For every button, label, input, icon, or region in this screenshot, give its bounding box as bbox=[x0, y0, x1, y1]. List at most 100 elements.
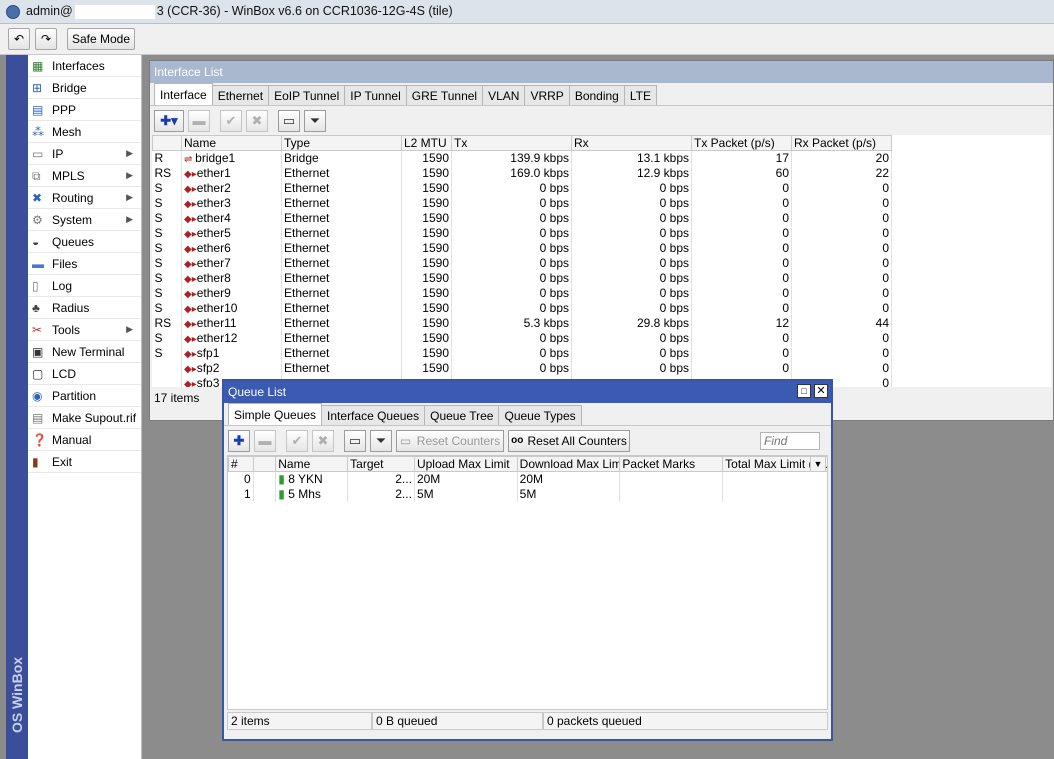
table-row[interactable]: RS ◆▸ether1 Ethernet 1590 169.0 kbps 12.9 kbp… bbox=[152, 165, 892, 181]
column-header[interactable]: Rx Packet (p/s) bbox=[791, 135, 892, 151]
disable-button[interactable]: ✖ bbox=[246, 109, 268, 132]
column-header[interactable] bbox=[152, 135, 182, 151]
tab-ethernet[interactable]: Ethernet bbox=[211, 85, 270, 105]
sidebar-item-mesh[interactable]: ⁂ Mesh bbox=[28, 121, 141, 143]
remove-button[interactable]: ▬ bbox=[188, 109, 210, 132]
column-header[interactable]: Target bbox=[347, 456, 415, 472]
sidebar-item-label: Manual bbox=[52, 432, 92, 447]
table-cell: 0 bbox=[691, 300, 792, 316]
column-header[interactable] bbox=[252, 456, 277, 472]
x-icon: ✖ bbox=[251, 112, 263, 128]
comment-button[interactable]: ▭ bbox=[344, 429, 366, 452]
undo-button[interactable]: ↶ bbox=[8, 28, 30, 50]
tab-simple-queues[interactable]: Simple Queues bbox=[228, 403, 323, 425]
safe-mode-button[interactable]: Safe Mode bbox=[67, 28, 135, 50]
window-title-bar[interactable]: Queue List □ ✕ bbox=[224, 381, 831, 403]
table-row[interactable]: S ◆▸ether9 Ethernet 1590 0 bps 0 bps 0 0 bbox=[152, 285, 892, 301]
reset-counters-button[interactable]: ▭ Reset Counters bbox=[396, 429, 504, 452]
tab-gre-tunnel[interactable]: GRE Tunnel bbox=[405, 85, 484, 105]
sidebar-item-log[interactable]: ▯ Log bbox=[28, 275, 141, 297]
table-cell: ⇌ bridge1 bbox=[181, 150, 282, 166]
maximize-button[interactable]: □ bbox=[797, 384, 811, 398]
sidebar-item-routing[interactable]: ✖ Routing ▶ bbox=[28, 187, 141, 209]
column-header[interactable]: Packet Marks bbox=[619, 456, 724, 472]
table-row[interactable]: RS ◆▸ether11 Ethernet 1590 5.3 kbps 29.8 kbps… bbox=[152, 315, 892, 331]
sidebar-item-system[interactable]: ⚙ System ▶ bbox=[28, 209, 141, 231]
table-row[interactable]: S ◆▸ether3 Ethernet 1590 0 bps 0 bps 0 0 bbox=[152, 195, 892, 211]
close-button[interactable]: ✕ bbox=[814, 384, 828, 398]
sidebar-item-label: Partition bbox=[52, 388, 97, 403]
sidebar-item-new-terminal[interactable]: ▣ New Terminal bbox=[28, 341, 141, 363]
comment-button[interactable]: ▭ bbox=[278, 109, 300, 132]
table-cell: 0 bps bbox=[571, 360, 692, 376]
tab-queue-tree[interactable]: Queue Tree bbox=[424, 405, 500, 425]
sidebar-item-bridge[interactable]: ⊞ Bridge bbox=[28, 77, 141, 99]
sidebar-item-manual[interactable]: ❓ Manual bbox=[28, 429, 141, 451]
sidebar-item-radius[interactable]: ♣ Radius bbox=[28, 297, 141, 319]
sidebar-item-files[interactable]: ▬ Files bbox=[28, 253, 141, 275]
column-header[interactable]: Type bbox=[281, 135, 402, 151]
reset-all-counters-button[interactable]: oo Reset All Counters bbox=[508, 429, 630, 452]
enable-button[interactable]: ✔ bbox=[220, 109, 242, 132]
sidebar-item-tools[interactable]: ✂ Tools ▶ bbox=[28, 319, 141, 341]
add-button[interactable]: ✚ bbox=[228, 429, 250, 452]
filter-button[interactable]: ⏷ bbox=[304, 109, 326, 132]
window-title: Queue List bbox=[228, 385, 287, 399]
table-cell: Ethernet bbox=[281, 180, 402, 196]
tab-queue-types[interactable]: Queue Types bbox=[498, 405, 582, 425]
table-row[interactable]: S ◆▸ether5 Ethernet 1590 0 bps 0 bps 0 0 bbox=[152, 225, 892, 241]
tab-bonding[interactable]: Bonding bbox=[568, 85, 625, 105]
table-cell: 139.9 kbps bbox=[451, 150, 572, 166]
column-header[interactable]: Rx bbox=[571, 135, 692, 151]
tools-icon: ✂ bbox=[32, 322, 43, 337]
table-row[interactable]: S ◆▸ether2 Ethernet 1590 0 bps 0 bps 0 0 bbox=[152, 180, 892, 196]
table-row[interactable]: S ◆▸ether10 Ethernet 1590 0 bps 0 bps 0 0 bbox=[152, 300, 892, 316]
sidebar-item-lcd[interactable]: ▢ LCD bbox=[28, 363, 141, 385]
table-row[interactable]: R ⇌ bridge1 Bridge 1590 139.9 kbps 13.1 kbps 1… bbox=[152, 150, 892, 166]
table-row[interactable]: S ◆▸ether6 Ethernet 1590 0 bps 0 bps 0 0 bbox=[152, 240, 892, 256]
table-row[interactable]: 0 ▮ 8 YKN 2... 20M 20M bbox=[228, 471, 827, 487]
column-header[interactable]: Name bbox=[181, 135, 282, 151]
disable-button[interactable]: ✖ bbox=[312, 429, 334, 452]
table-row[interactable]: S ◆▸ether12 Ethernet 1590 0 bps 0 bps 0 0 bbox=[152, 330, 892, 346]
tab-eoip-tunnel[interactable]: EoIP Tunnel bbox=[268, 85, 346, 105]
remove-button[interactable]: ▬ bbox=[254, 429, 276, 452]
table-cell: 0 bbox=[791, 300, 892, 316]
column-header[interactable]: Upload Max Limit bbox=[413, 456, 518, 472]
table-row[interactable]: S ◆▸sfp1 Ethernet 1590 0 bps 0 bps 0 0 bbox=[152, 345, 892, 361]
window-title-bar[interactable]: Interface List bbox=[150, 61, 1053, 83]
column-header[interactable]: L2 MTU bbox=[401, 135, 452, 151]
enable-button[interactable]: ✔ bbox=[286, 429, 308, 452]
sidebar-item-exit[interactable]: ▮ Exit bbox=[28, 451, 141, 473]
sidebar-item-interfaces[interactable]: ▦ Interfaces bbox=[28, 55, 141, 77]
table-row[interactable]: S ◆▸ether4 Ethernet 1590 0 bps 0 bps 0 0 bbox=[152, 210, 892, 226]
table-row[interactable]: 1 ▮ 5 Mhs 2... 5M 5M bbox=[228, 486, 827, 502]
columns-dropdown[interactable]: ▼ bbox=[810, 456, 826, 472]
add-button[interactable]: ✚▾ bbox=[154, 109, 184, 132]
column-header[interactable]: # bbox=[228, 456, 254, 472]
column-header[interactable]: Tx Packet (p/s) bbox=[691, 135, 792, 151]
sidebar-item-make-supout-rif[interactable]: ▤ Make Supout.rif bbox=[28, 407, 141, 429]
table-row[interactable]: ◆▸sfp2 Ethernet 1590 0 bps 0 bps 0 0 bbox=[152, 360, 892, 376]
tab-lte[interactable]: LTE bbox=[623, 85, 657, 105]
sidebar-item-ip[interactable]: ▭ IP ▶ bbox=[28, 143, 141, 165]
table-row[interactable]: S ◆▸ether7 Ethernet 1590 0 bps 0 bps 0 0 bbox=[152, 255, 892, 271]
tab-interface[interactable]: Interface bbox=[154, 83, 213, 105]
sidebar-item-partition[interactable]: ◉ Partition bbox=[28, 385, 141, 407]
submenu-arrow-icon: ▶ bbox=[126, 214, 133, 224]
tab-ip-tunnel[interactable]: IP Tunnel bbox=[344, 85, 407, 105]
column-header[interactable]: Tx bbox=[451, 135, 572, 151]
column-header[interactable]: Download Max Limit bbox=[516, 456, 621, 472]
tab-vlan[interactable]: VLAN bbox=[482, 85, 526, 105]
sidebar-item-ppp[interactable]: ▤ PPP bbox=[28, 99, 141, 121]
column-header[interactable]: Name bbox=[275, 456, 349, 472]
tab-vrrp[interactable]: VRRP bbox=[524, 85, 570, 105]
filter-button[interactable]: ⏷ bbox=[370, 429, 392, 452]
tab-interface-queues[interactable]: Interface Queues bbox=[321, 405, 426, 425]
table-row[interactable]: S ◆▸ether8 Ethernet 1590 0 bps 0 bps 0 0 bbox=[152, 270, 892, 286]
redo-button[interactable]: ↷ bbox=[35, 28, 57, 50]
queue-tabs: Simple Queues Interface Queues Queue Tree Q… bbox=[224, 403, 831, 425]
sidebar-item-mpls[interactable]: ⧉ MPLS ▶ bbox=[28, 165, 141, 187]
find-input[interactable] bbox=[760, 431, 820, 450]
sidebar-item-queues[interactable]: ◒ Queues bbox=[28, 231, 141, 253]
